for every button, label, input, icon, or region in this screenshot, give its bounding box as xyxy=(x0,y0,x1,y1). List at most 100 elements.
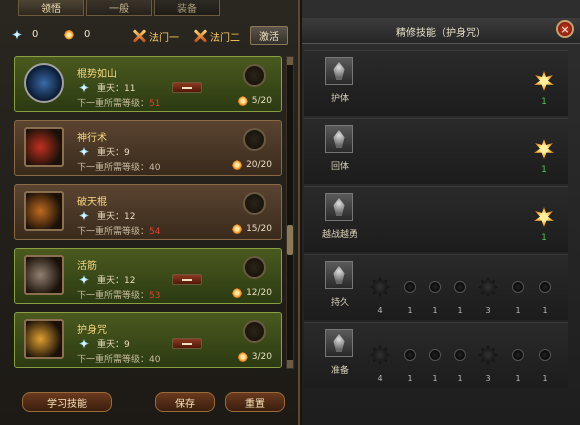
skill-level-text: 重天：9 xyxy=(97,145,130,158)
skill-card[interactable]: 破天棍 重天：12 下一重所需等级：54 15/20 xyxy=(14,184,282,240)
skill-card[interactable]: 护身咒 重天：9 下一重所需等级：40 3/20 xyxy=(14,312,282,368)
scroll-down-arrow-icon[interactable] xyxy=(287,360,293,368)
magic-gate-two-label: 法门二 xyxy=(210,32,240,44)
refine-node-icon[interactable] xyxy=(454,281,466,293)
scroll-thumb[interactable] xyxy=(287,225,293,255)
magic-gate-one-button[interactable]: 法门一 xyxy=(132,26,179,46)
refine-node-icon[interactable] xyxy=(370,345,390,365)
skill-level-text: 重天：12 xyxy=(97,209,135,222)
refine-node-icon[interactable] xyxy=(539,349,551,361)
upgrade-slot-button[interactable] xyxy=(243,192,266,215)
skill-progress-value: 5/20 xyxy=(251,96,272,106)
close-button[interactable]: × xyxy=(556,20,574,38)
skill-name: 护身咒 xyxy=(77,325,107,336)
learn-skill-button[interactable]: 学习技能 xyxy=(22,392,112,412)
skill-requirement: 下一重所需等级：54 xyxy=(77,224,160,237)
skill-progress: 3/20 xyxy=(237,352,272,362)
orange-gem-icon xyxy=(237,352,248,362)
refine-node-icon[interactable] xyxy=(512,349,524,361)
blue-gem-icon xyxy=(79,82,89,93)
skill-level-prefix: 重天： xyxy=(97,84,125,94)
skill-emblem-icon xyxy=(24,255,64,295)
refine-node-icon[interactable] xyxy=(539,281,551,293)
skill-level-text: 重天：9 xyxy=(97,337,130,350)
refine-node-icon[interactable] xyxy=(512,281,524,293)
refine-node-icon[interactable] xyxy=(404,281,416,293)
skill-emblem-icon xyxy=(24,63,64,103)
refine-label: 护体 xyxy=(330,94,349,104)
skill-requirement-value: 40 xyxy=(149,163,161,173)
scrollbar[interactable] xyxy=(286,56,294,369)
blue-gem-icon xyxy=(79,146,89,157)
save-button[interactable]: 保存 xyxy=(155,392,215,412)
refine-node-count: 3 xyxy=(485,306,491,315)
skill-card[interactable]: 棍势如山 重天：11 下一重所需等级：51 5/20 xyxy=(14,56,282,112)
refine-skill-icon[interactable] xyxy=(325,261,353,289)
refine-skill-icon[interactable] xyxy=(325,329,353,357)
refine-skill-icon[interactable] xyxy=(325,57,353,85)
upgrade-slot-button[interactable] xyxy=(243,128,266,151)
decrease-button[interactable] xyxy=(172,338,202,349)
refine-node-icon[interactable] xyxy=(429,349,441,361)
blue-resource: 0 xyxy=(12,29,38,40)
skill-level-prefix: 重天： xyxy=(97,276,125,286)
upgrade-slot-button[interactable] xyxy=(243,320,266,343)
upgrade-slot-button[interactable] xyxy=(243,256,266,279)
skill-requirement-prefix: 下一重所需等级： xyxy=(77,163,150,173)
refine-node-count: 1 xyxy=(407,306,413,315)
tab-equipment[interactable]: 装备 xyxy=(154,0,220,16)
tab-general[interactable]: 一般 xyxy=(86,0,152,16)
decrease-button[interactable] xyxy=(172,274,202,285)
refine-node-icon[interactable] xyxy=(478,345,498,365)
orange-resource: 0 xyxy=(64,29,90,40)
skill-level-prefix: 重天： xyxy=(97,212,125,222)
tab-comprehend[interactable]: 领悟 xyxy=(18,0,84,16)
activate-button[interactable]: 激活 xyxy=(250,26,288,45)
orange-gem-icon xyxy=(232,288,243,298)
skill-card[interactable]: 活筋 重天：12 下一重所需等级：53 12/20 xyxy=(14,248,282,304)
skill-level-row: 重天：11 xyxy=(79,81,135,94)
refine-node-icon[interactable] xyxy=(454,349,466,361)
skill-requirement-prefix: 下一重所需等级： xyxy=(77,99,150,109)
refine-node-icon[interactable] xyxy=(404,349,416,361)
tab-bar: 领悟 一般 装备 xyxy=(18,0,220,16)
skill-requirement: 下一重所需等级：51 xyxy=(77,96,160,109)
refine-node-icon[interactable] xyxy=(370,277,390,297)
orange-gem-icon xyxy=(237,96,248,106)
refine-node-icon[interactable] xyxy=(429,281,441,293)
star-badge-icon[interactable] xyxy=(534,139,554,159)
resource-row: 0 0 法门一 法门二 激活 xyxy=(10,26,295,46)
skill-name: 破天棍 xyxy=(77,197,107,208)
scroll-up-arrow-icon[interactable] xyxy=(287,57,293,65)
refine-row: 准备 4 1 1 1 3 1 1 xyxy=(304,322,568,388)
refine-row: 越战越勇 1 xyxy=(304,186,568,252)
blue-gem-icon xyxy=(12,29,22,40)
refine-row: 持久 4 1 1 1 3 1 1 xyxy=(304,254,568,320)
refine-skill-icon[interactable] xyxy=(325,125,353,153)
skill-level-value: 9 xyxy=(124,148,130,158)
refine-row: 护体 1 xyxy=(304,50,568,116)
skill-level-row: 重天：12 xyxy=(79,273,135,286)
upgrade-slot-button[interactable] xyxy=(243,64,266,87)
magic-gate-two-button[interactable]: 法门二 xyxy=(193,26,240,46)
skill-requirement-value: 51 xyxy=(149,99,161,109)
star-badge-icon[interactable] xyxy=(534,71,554,91)
star-badge-icon[interactable] xyxy=(534,207,554,227)
skill-level-value: 12 xyxy=(124,276,136,286)
skill-progress-value: 3/20 xyxy=(251,352,272,362)
refine-panel-title: 精修技能（护身咒） xyxy=(396,28,486,39)
refine-skill-icon[interactable] xyxy=(325,193,353,221)
star-count: 1 xyxy=(541,97,547,107)
refine-row: 回体 1 xyxy=(304,118,568,184)
refine-node-count: 1 xyxy=(432,374,438,383)
skill-level-row: 重天：12 xyxy=(79,209,135,222)
skill-requirement-prefix: 下一重所需等级： xyxy=(77,355,150,365)
reset-button[interactable]: 重置 xyxy=(225,392,285,412)
skill-requirement: 下一重所需等级：53 xyxy=(77,288,160,301)
decrease-button[interactable] xyxy=(172,82,202,93)
skill-card[interactable]: 神行术 重天：9 下一重所需等级：40 20/20 xyxy=(14,120,282,176)
refine-node-icon[interactable] xyxy=(478,277,498,297)
skill-requirement-value: 53 xyxy=(149,291,161,301)
skill-requirement-prefix: 下一重所需等级： xyxy=(77,291,150,301)
skill-requirement: 下一重所需等级：40 xyxy=(77,160,160,173)
